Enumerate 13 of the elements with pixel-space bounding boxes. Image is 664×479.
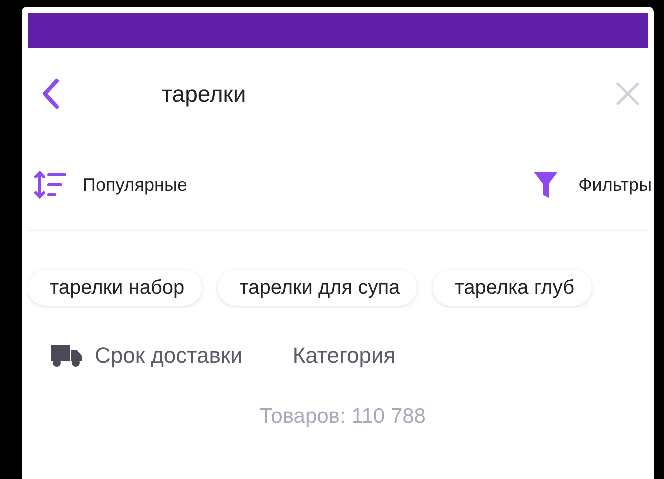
filter-button[interactable]: Фильтры	[532, 170, 652, 200]
suggestion-chip[interactable]: тарелки для супа	[218, 270, 418, 306]
search-field[interactable]: тарелки	[162, 79, 616, 109]
sort-button[interactable]: Популярные	[33, 170, 188, 200]
facet-button[interactable]: Срок доставки	[50, 343, 243, 369]
back-icon[interactable]	[40, 78, 62, 110]
truck-icon	[50, 344, 83, 368]
suggestion-chip[interactable]: тарелки набор	[28, 270, 202, 306]
result-count: Товаров: 110 788	[260, 405, 426, 429]
filter-icon	[532, 170, 559, 200]
facet-button[interactable]: Категория	[292, 343, 396, 369]
sort-icon	[33, 170, 67, 200]
suggestion-chip[interactable]: тарелка глуб	[433, 270, 592, 306]
